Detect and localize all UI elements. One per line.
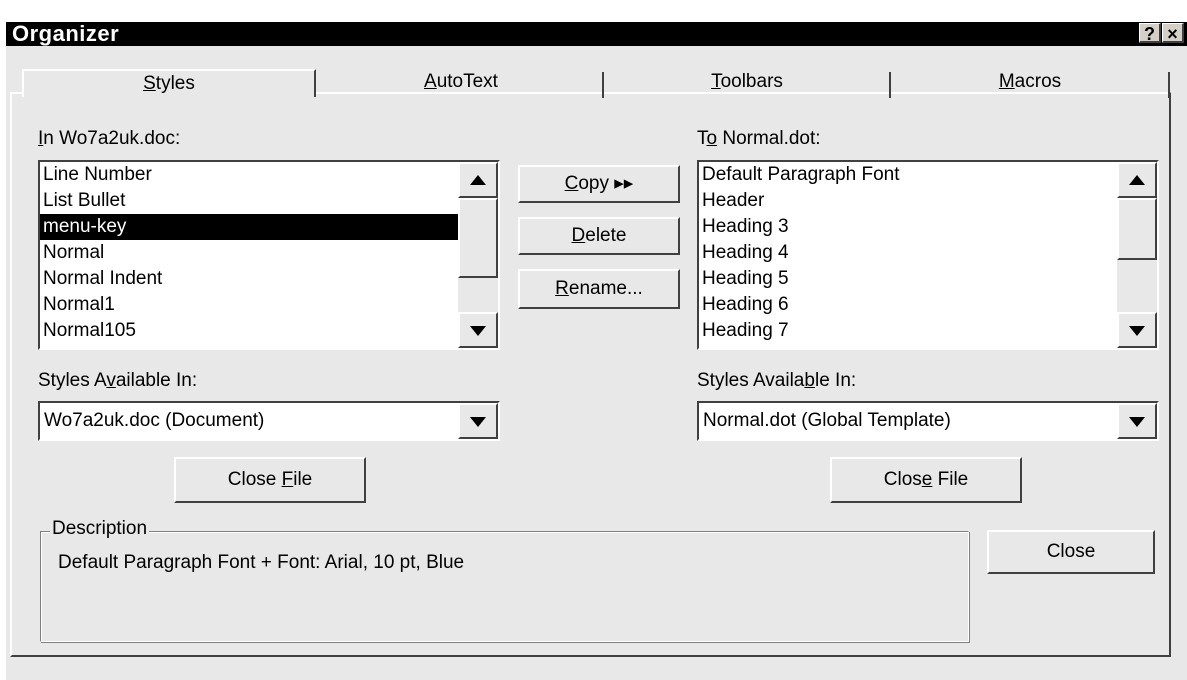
- arrow-up-icon: [470, 175, 486, 185]
- list-item[interactable]: Heading 6: [699, 292, 1157, 318]
- left-close-file-button[interactable]: Close File: [174, 457, 366, 503]
- scroll-down-button[interactable]: [458, 312, 498, 348]
- delete-button[interactable]: Delete: [518, 217, 680, 255]
- right-list-label: To Normal.dot:: [697, 128, 821, 149]
- left-available-label: Styles Available In:: [38, 370, 198, 391]
- list-item[interactable]: Heading 3: [699, 214, 1157, 240]
- list-item[interactable]: Heading 4: [699, 240, 1157, 266]
- right-close-file-button[interactable]: Close File: [830, 457, 1022, 503]
- arrow-up-icon: [1129, 175, 1145, 185]
- list-item[interactable]: Heading 5: [699, 266, 1157, 292]
- tab-autotext[interactable]: AutoText: [318, 69, 604, 95]
- scroll-thumb[interactable]: [1117, 198, 1157, 260]
- right-available-label: Styles Available In:: [697, 370, 857, 391]
- list-item[interactable]: Normal105: [40, 318, 498, 344]
- right-styles-list[interactable]: Default Paragraph Font Header Heading 3 …: [697, 160, 1159, 350]
- title-bar-area: Organizer ? ×: [0, 0, 1187, 46]
- description-legend: Description: [50, 517, 150, 541]
- list-item[interactable]: Line Number: [40, 162, 498, 188]
- list-item[interactable]: Normal1: [40, 292, 498, 318]
- tab-macros[interactable]: Macros: [891, 69, 1169, 95]
- right-available-value: Normal.dot (Global Template): [703, 410, 951, 431]
- list-item[interactable]: Default Paragraph Font: [699, 162, 1157, 188]
- close-button[interactable]: Close: [987, 530, 1155, 574]
- tab-styles[interactable]: Styles: [22, 69, 316, 97]
- scroll-up-button[interactable]: [1117, 162, 1157, 198]
- list-item-selected[interactable]: menu-key: [40, 214, 498, 240]
- list-item[interactable]: List Bullet: [40, 188, 498, 214]
- help-button[interactable]: ?: [1139, 23, 1161, 44]
- list-item[interactable]: Normal Indent: [40, 266, 498, 292]
- dropdown-button[interactable]: [458, 403, 498, 439]
- list-item[interactable]: Heading 7: [699, 318, 1157, 344]
- left-scrollbar[interactable]: [458, 162, 498, 348]
- arrow-down-icon: [470, 326, 486, 336]
- left-available-dropdown[interactable]: Wo7a2uk.doc (Document): [38, 401, 500, 441]
- left-styles-list[interactable]: Line Number List Bullet menu-key Normal …: [38, 160, 500, 350]
- scroll-down-button[interactable]: [1117, 312, 1157, 348]
- list-item[interactable]: Header: [699, 188, 1157, 214]
- description-group: [40, 531, 969, 642]
- tab-toolbars[interactable]: Toolbars: [604, 69, 890, 95]
- window-title: Organizer: [12, 21, 120, 46]
- chevron-down-icon: [1129, 417, 1145, 427]
- left-available-value: Wo7a2uk.doc (Document): [44, 410, 265, 431]
- title-bar[interactable]: Organizer ? ×: [6, 22, 1187, 46]
- dropdown-button[interactable]: [1117, 403, 1157, 439]
- close-window-button[interactable]: ×: [1162, 23, 1184, 44]
- arrow-down-icon: [1129, 326, 1145, 336]
- rename-button[interactable]: Rename...: [518, 269, 680, 309]
- copy-button[interactable]: Copy ▸▸: [518, 165, 680, 203]
- right-available-dropdown[interactable]: Normal.dot (Global Template): [697, 401, 1159, 441]
- description-text: Default Paragraph Font + Font: Arial, 10…: [58, 552, 465, 573]
- scroll-up-button[interactable]: [458, 162, 498, 198]
- chevron-down-icon: [470, 417, 486, 427]
- tab-divider: [1168, 72, 1170, 98]
- left-list-label: In Wo7a2uk.doc:: [38, 128, 181, 149]
- scroll-thumb[interactable]: [458, 198, 498, 278]
- right-scrollbar[interactable]: [1117, 162, 1157, 348]
- list-item[interactable]: Normal: [40, 240, 498, 266]
